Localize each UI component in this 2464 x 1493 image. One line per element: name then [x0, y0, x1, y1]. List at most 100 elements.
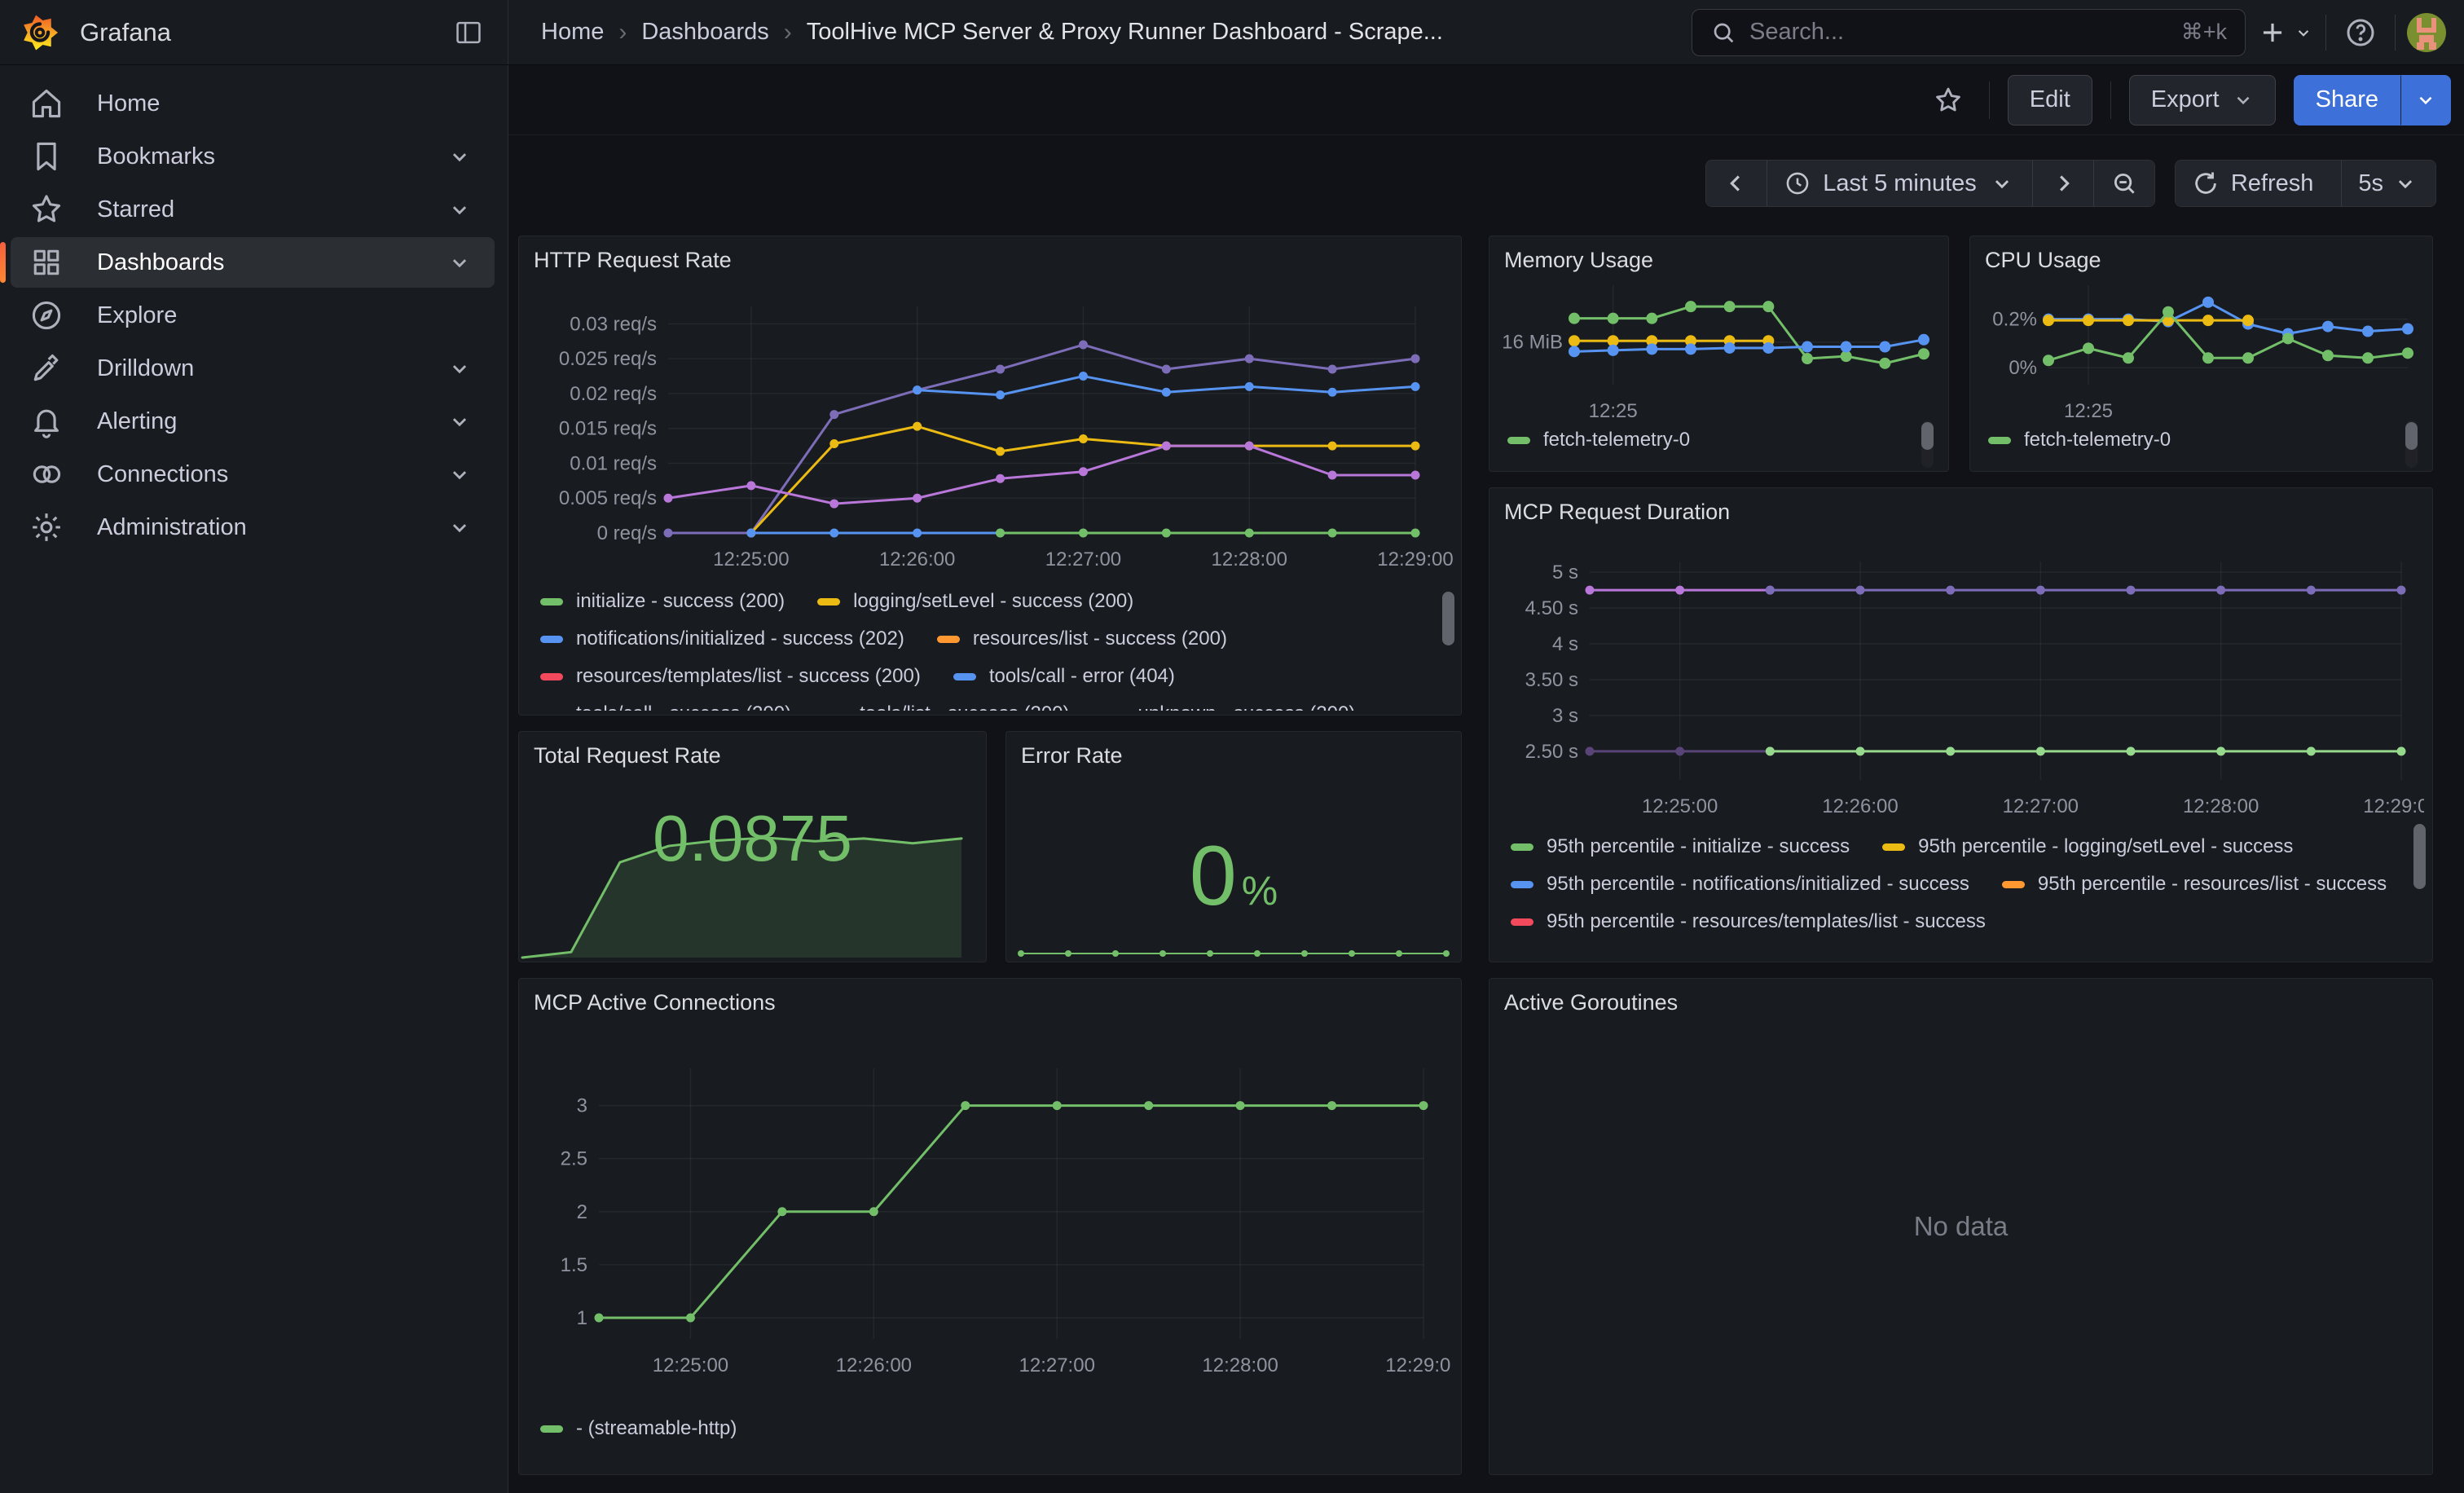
breadcrumb-separator: › [618, 19, 627, 46]
legend-item[interactable]: notifications/initialized - success (202… [540, 626, 904, 652]
svg-text:4.50 s: 4.50 s [1525, 597, 1578, 619]
connections-legend: - (streamable-http) [540, 1416, 1432, 1442]
panel-memory-usage: Memory Usage 12:2516 MiB fetch-telemetry… [1489, 236, 1949, 472]
cpu-usage-chart[interactable]: 12:250.2%0% [1973, 274, 2424, 419]
drill-icon [29, 350, 64, 386]
total-request-rate-sparkline[interactable] [521, 815, 963, 960]
legend-label: fetch-telemetry-0 [2024, 429, 2171, 451]
legend-item[interactable]: 95th percentile - notifications/initiali… [1511, 871, 1969, 897]
legend-item[interactable]: unknown - success (200) [1102, 701, 1356, 711]
panel-title[interactable]: Error Rate [1021, 743, 1123, 769]
legend-label: 95th percentile - resources/templates/li… [1547, 910, 1986, 933]
add-button[interactable] [2257, 17, 2314, 48]
legend-item[interactable]: resources/list - success (200) [937, 626, 1227, 652]
svg-text:12:25:00: 12:25:00 [653, 1354, 728, 1376]
memory-legend: fetch-telemetry-0 [1507, 427, 1916, 453]
mcp-active-connections-chart[interactable]: 12:25:0012:26:0012:27:0012:28:0012:29:00… [526, 1031, 1451, 1399]
time-back-button[interactable] [1706, 161, 1767, 206]
panel-title[interactable]: MCP Request Duration [1504, 500, 1730, 525]
sidebar-item-alerting[interactable]: Alerting [11, 396, 495, 447]
legend-scrollbar[interactable] [1921, 422, 1934, 450]
legend-item[interactable]: 95th percentile - resources/templates/li… [1511, 909, 1986, 935]
legend-label: resources/list - success (200) [973, 628, 1227, 650]
share-caret-button[interactable] [2400, 75, 2451, 126]
legend-item[interactable]: tools/list - success (200) [824, 701, 1069, 711]
memory-usage-chart[interactable]: 12:2516 MiB [1493, 274, 1940, 419]
legend-scrollbar[interactable] [2405, 422, 2418, 450]
time-range-label: Last 5 minutes [1823, 170, 1977, 197]
panel-title[interactable]: HTTP Request Rate [534, 248, 732, 273]
http-request-rate-chart[interactable]: 12:25:0012:26:0012:27:0012:28:0012:29:00… [526, 285, 1453, 579]
svg-text:12:27:00: 12:27:00 [1019, 1354, 1095, 1376]
error-rate-number: 0 [1190, 828, 1237, 925]
panel-mcp-request-duration: MCP Request Duration 12:25:0012:26:0012:… [1489, 487, 2433, 962]
export-button[interactable]: Export [2129, 75, 2276, 126]
svg-text:1: 1 [577, 1307, 587, 1329]
legend-item[interactable]: resources/templates/list - success (200) [540, 663, 921, 689]
svg-text:0.025 req/s: 0.025 req/s [559, 348, 657, 370]
sidebar-item-home[interactable]: Home [11, 78, 495, 129]
chevron-down-icon[interactable] [446, 196, 473, 223]
svg-text:0.2%: 0.2% [1992, 309, 2037, 331]
panel-title[interactable]: Memory Usage [1504, 248, 1653, 273]
refresh-button[interactable]: Refresh [2176, 161, 2342, 206]
panel-title[interactable]: CPU Usage [1985, 248, 2101, 273]
breadcrumb-link[interactable]: Home [541, 19, 604, 46]
breadcrumb: Home›Dashboards›ToolHive MCP Server & Pr… [541, 19, 1443, 46]
sidebar-item-bookmarks[interactable]: Bookmarks [11, 131, 495, 182]
svg-text:0.005 req/s: 0.005 req/s [559, 487, 657, 509]
chevron-down-icon[interactable] [446, 143, 473, 170]
legend-item[interactable]: logging/setLevel - success (200) [817, 588, 1133, 614]
sidebar-item-drilldown[interactable]: Drilldown [11, 343, 495, 394]
apps-icon [29, 244, 64, 280]
sidebar-item-starred[interactable]: Starred [11, 184, 495, 235]
panel-title[interactable]: MCP Active Connections [534, 990, 776, 1015]
svg-text:0%: 0% [2009, 357, 2037, 379]
refresh-interval-picker[interactable]: 5s [2341, 161, 2435, 206]
search-input[interactable]: Search... ⌘+k [1692, 9, 2246, 56]
svg-text:2.5: 2.5 [561, 1148, 587, 1170]
legend-item[interactable]: - (streamable-http) [540, 1416, 737, 1442]
chevron-down-icon[interactable] [446, 460, 473, 488]
sidebar-item-dashboards[interactable]: Dashboards [11, 237, 495, 288]
legend-item[interactable]: fetch-telemetry-0 [1507, 427, 1690, 453]
sidebar-toggle-icon[interactable] [446, 10, 491, 55]
sidebar-item-explore[interactable]: Explore [11, 290, 495, 341]
svg-text:12:29:00: 12:29:00 [2363, 795, 2424, 817]
legend-item[interactable]: tools/call - success (200) [540, 701, 791, 711]
legend-item[interactable]: 95th percentile - resources/list - succe… [2002, 871, 2387, 897]
legend-scrollbar[interactable] [2413, 824, 2426, 889]
avatar[interactable] [2407, 13, 2446, 52]
help-icon[interactable] [2338, 10, 2383, 55]
panel-active-goroutines: Active Goroutines No data [1489, 978, 2433, 1475]
legend-item[interactable]: 95th percentile - initialize - success [1511, 834, 1850, 860]
chevron-down-icon[interactable] [446, 513, 473, 541]
sidebar-item-label: Connections [97, 461, 228, 488]
legend-item[interactable]: initialize - success (200) [540, 588, 785, 614]
legend-item[interactable]: tools/call - error (404) [953, 663, 1175, 689]
share-button[interactable]: Share [2294, 75, 2400, 126]
error-rate-sparkline[interactable] [1011, 924, 1456, 962]
legend-scrollbar[interactable] [1442, 592, 1454, 645]
chevron-down-icon[interactable] [446, 407, 473, 435]
grafana-logo[interactable] [21, 14, 59, 51]
legend-label: fetch-telemetry-0 [1543, 429, 1690, 451]
edit-button[interactable]: Edit [2008, 75, 2092, 126]
mcp-request-duration-chart[interactable]: 12:25:0012:26:0012:27:0012:28:0012:29:00… [1496, 537, 2424, 826]
legend-item[interactable]: 95th percentile - logging/setLevel - suc… [1882, 834, 2293, 860]
svg-text:3.50 s: 3.50 s [1525, 669, 1578, 691]
chevron-down-icon[interactable] [446, 355, 473, 382]
sidebar-item-connections[interactable]: Connections [11, 449, 495, 500]
star-icon[interactable] [1925, 77, 1971, 123]
chevron-down-icon[interactable] [446, 249, 473, 276]
app-name: Grafana [80, 18, 171, 47]
zoom-out-icon[interactable] [2093, 161, 2154, 206]
breadcrumb-link[interactable]: Dashboards [641, 19, 768, 46]
svg-text:0.02 req/s: 0.02 req/s [570, 383, 657, 405]
panel-title[interactable]: Total Request Rate [534, 743, 721, 769]
legend-item[interactable]: fetch-telemetry-0 [1988, 427, 2171, 453]
topbar-left: Grafana [0, 0, 508, 64]
sidebar-item-administration[interactable]: Administration [11, 502, 495, 553]
time-range-picker[interactable]: Last 5 minutes [1767, 161, 2032, 206]
time-forward-button[interactable] [2032, 161, 2093, 206]
